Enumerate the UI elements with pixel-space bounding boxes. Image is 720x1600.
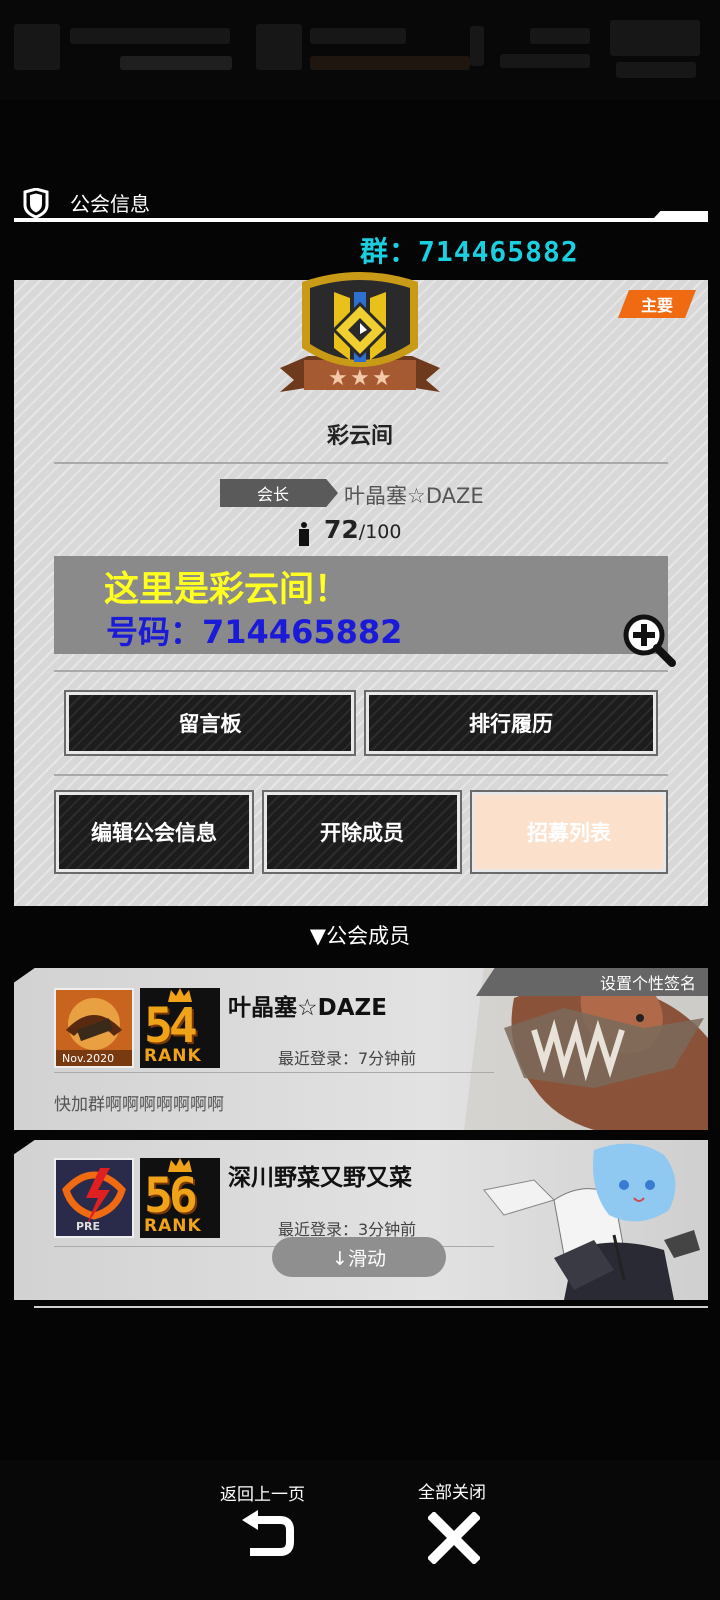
- group-number: 群：714465882: [360, 235, 579, 268]
- zoom-in-icon[interactable]: [622, 613, 676, 667]
- background-top-bar: [0, 0, 720, 100]
- leader-name: 叶晶塞☆DAZE: [344, 484, 484, 508]
- member-avatar[interactable]: PRE: [54, 1158, 134, 1238]
- avatar-caption: PRE: [76, 1220, 100, 1233]
- background-bottom-bar: [0, 1460, 720, 1600]
- set-signature-button[interactable]: 设置个性签名: [476, 968, 708, 996]
- guild-description-line2: 号码：714465882: [106, 613, 403, 651]
- rank-label: RANK: [144, 1216, 202, 1236]
- leader-label: 会长: [220, 479, 338, 507]
- scroll-hint[interactable]: ↓滑动: [272, 1237, 446, 1277]
- member-name: 叶晶塞☆DAZE: [228, 995, 387, 1021]
- shield-icon: [23, 188, 49, 218]
- member-avatar[interactable]: Nov.2020: [54, 988, 134, 1068]
- member-name: 深川野菜又野又菜: [228, 1165, 412, 1191]
- member-max: /100: [358, 521, 402, 543]
- avatar-badge-icon: PRE: [56, 1160, 132, 1236]
- header-divider-tip: [654, 211, 708, 218]
- divider: [54, 774, 668, 776]
- page-title: 公会信息: [70, 192, 150, 216]
- back-label: 返回上一页: [220, 1485, 305, 1505]
- character-art-icon: [483, 1143, 700, 1300]
- guild-members-header[interactable]: ▼公会成员: [0, 920, 720, 950]
- guild-description-line1: 这里是彩云间！: [104, 570, 350, 610]
- member-last-login: 最近登录：7分钟前: [278, 1049, 417, 1068]
- remove-member-button[interactable]: 开除成员: [262, 790, 462, 874]
- guild-name: 彩云间: [326, 424, 393, 449]
- close-all-label: 全部关闭: [418, 1483, 486, 1503]
- main-guild-tag: 主要: [618, 290, 696, 318]
- member-signature: 快加群啊啊啊啊啊啊啊: [54, 1095, 224, 1115]
- divider: [54, 670, 668, 672]
- rank-label: RANK: [144, 1046, 202, 1066]
- svg-text:★: ★: [372, 366, 392, 391]
- header-divider: [14, 218, 708, 222]
- member-count: 72/100: [324, 515, 401, 544]
- member-count-value: 72: [324, 515, 359, 544]
- guild-emblem-icon: ★ ★ ★: [280, 272, 440, 392]
- svg-text:★: ★: [328, 366, 348, 391]
- message-board-button[interactable]: 留言板: [64, 690, 356, 756]
- list-bottom-line: [34, 1306, 708, 1308]
- avatar-badge-icon: Nov.2020: [56, 990, 132, 1066]
- back-arrow-icon[interactable]: [240, 1510, 296, 1560]
- divider: [54, 1072, 494, 1073]
- person-icon: [299, 522, 309, 546]
- edit-guild-info-button[interactable]: 编辑公会信息: [54, 790, 254, 874]
- rank-badge: 54 RANK: [140, 988, 220, 1068]
- recruit-list-button[interactable]: 招募列表: [470, 790, 668, 874]
- avatar-caption: Nov.2020: [62, 1052, 114, 1065]
- ranking-history-button[interactable]: 排行履历: [364, 690, 658, 756]
- svg-text:★: ★: [350, 366, 370, 391]
- divider: [54, 462, 668, 464]
- rank-badge: 56 RANK: [140, 1158, 220, 1238]
- close-icon[interactable]: [428, 1512, 480, 1564]
